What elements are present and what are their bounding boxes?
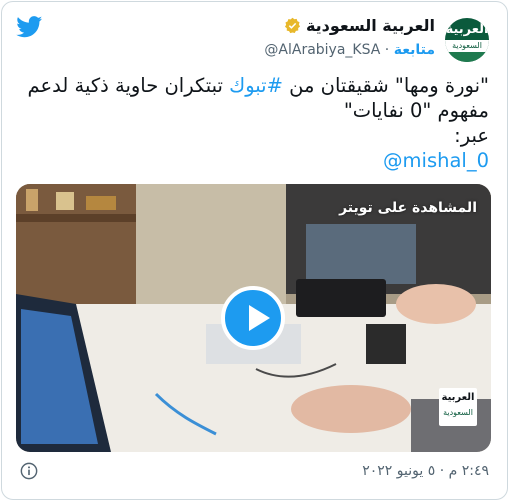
separator: · xyxy=(384,42,390,58)
mention-link[interactable]: @mishal_0 xyxy=(383,149,489,172)
tweet-timestamp[interactable]: ٢:٤٩ م · ٥ يونيو ٢٠٢٢ xyxy=(362,463,489,479)
channel-logo-text: العربية xyxy=(441,392,475,403)
tweet-line-3: عبر: xyxy=(454,124,489,147)
tweet-card[interactable]: العربية السعودية العربية السعودية @AlAra… xyxy=(1,1,508,500)
follow-button[interactable]: متابعة xyxy=(394,42,435,58)
watch-on-twitter-label[interactable]: المشاهدة على تويتر xyxy=(339,200,477,216)
avatar-strip xyxy=(445,52,489,62)
channel-logo-sub: السعودية xyxy=(443,408,473,417)
avatar-logo-text: العربية xyxy=(445,22,489,37)
handle[interactable]: @AlArabiya_KSA xyxy=(264,42,380,58)
tweet-line-1-prefix: "نورة ومها" شقيقتان من xyxy=(282,74,489,97)
tweet-text: "نورة ومها" شقيقتان من #تبوك تبتكران حاو… xyxy=(20,73,490,173)
tweet-line-1-suffix: تبتكران حاوية ذكية لدعم xyxy=(27,74,230,97)
avatar-sub-text: السعودية xyxy=(445,40,489,52)
video-media[interactable]: المشاهدة على تويتر العربية السعودية xyxy=(16,184,491,452)
info-icon[interactable] xyxy=(20,462,38,480)
display-name-row[interactable]: العربية السعودية xyxy=(284,16,435,35)
play-button[interactable] xyxy=(221,286,285,350)
tweet-footer: ٢:٤٩ م · ٥ يونيو ٢٠٢٢ xyxy=(20,460,489,484)
hashtag-link[interactable]: #تبوك xyxy=(229,74,283,97)
twitter-bird-icon[interactable] xyxy=(16,16,43,38)
tweet-line-2: مفهوم "0 نفايات" xyxy=(343,99,489,122)
tweet-line-1: "نورة ومها" شقيقتان من #تبوك تبتكران حاو… xyxy=(20,73,490,98)
channel-logo: العربية السعودية xyxy=(439,388,477,426)
account-avatar[interactable]: العربية السعودية xyxy=(445,18,489,62)
verified-badge-icon xyxy=(284,17,300,34)
display-name[interactable]: العربية السعودية xyxy=(306,16,435,35)
play-icon xyxy=(249,305,270,331)
handle-row: @AlArabiya_KSA · متابعة xyxy=(264,42,435,58)
